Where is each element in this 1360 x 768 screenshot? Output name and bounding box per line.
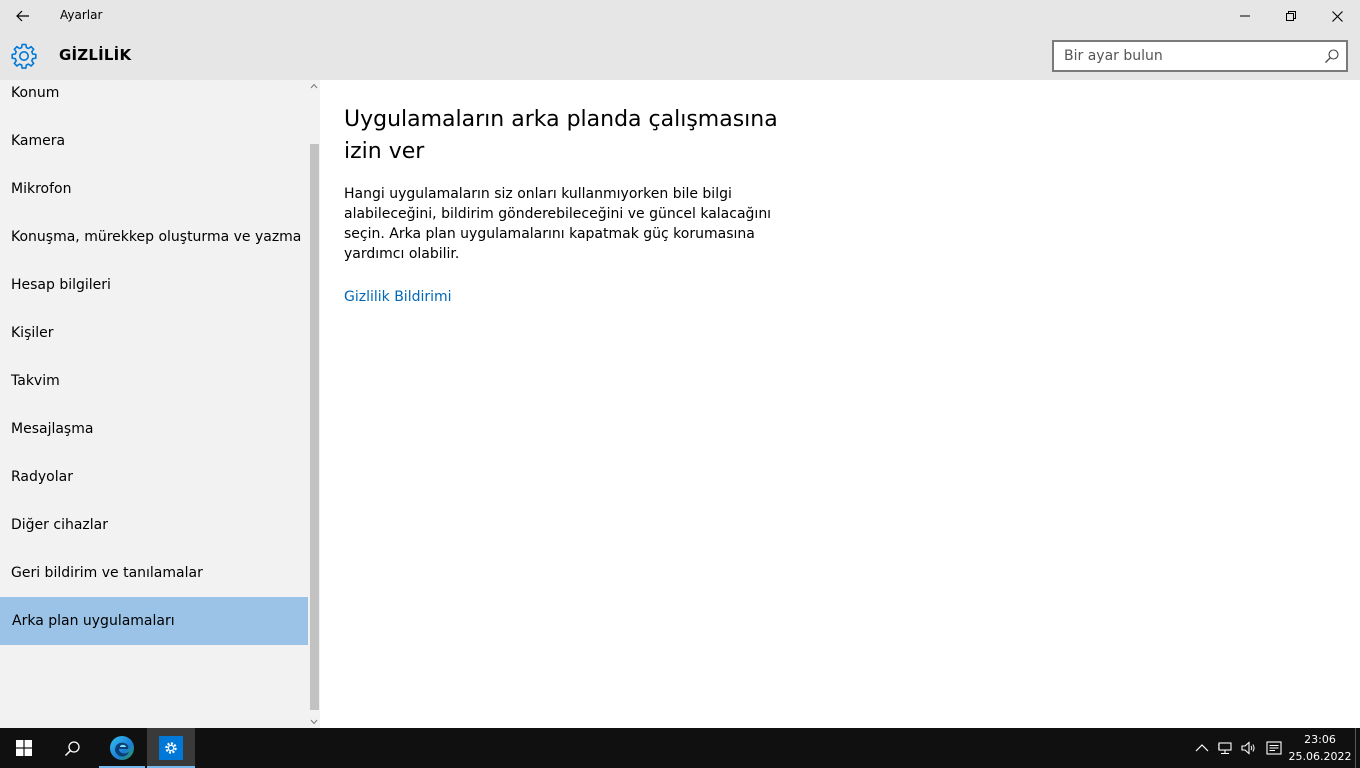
close-icon	[1331, 10, 1343, 22]
sidebar-item-radios[interactable]: Radyolar	[0, 453, 308, 501]
sidebar-item-speech[interactable]: Konuşma, mürekkep oluşturma ve yazma	[0, 213, 308, 261]
taskbar-search-button[interactable]	[48, 728, 96, 768]
sidebar-item-location[interactable]: Konum	[0, 69, 308, 117]
sidebar: Konum Kamera Mikrofon Konuşma, mürekkep …	[0, 80, 320, 728]
edge-browser-icon	[110, 736, 134, 760]
system-clock[interactable]: 23:06 25.06.2022	[1284, 731, 1356, 765]
show-desktop-button[interactable]	[1355, 728, 1360, 768]
clock-time: 23:06	[1304, 733, 1336, 746]
sidebar-item-microphone[interactable]: Mikrofon	[0, 165, 308, 213]
sidebar-item-label: Radyolar	[11, 469, 73, 485]
arrow-left-icon	[16, 10, 29, 22]
clock-date: 25.06.2022	[1288, 750, 1352, 763]
app-title: Ayarlar	[60, 8, 103, 22]
taskbar-settings-button[interactable]	[147, 728, 195, 768]
search-icon	[64, 740, 80, 756]
sidebar-item-label: Mesajlaşma	[11, 421, 94, 437]
scroll-down-button[interactable]	[308, 716, 320, 728]
start-button[interactable]	[0, 728, 48, 768]
ime-keyboard-icon[interactable]	[1266, 740, 1282, 756]
sidebar-item-contacts[interactable]: Kişiler	[0, 309, 308, 357]
gear-icon	[11, 43, 37, 69]
volume-icon[interactable]	[1240, 740, 1256, 756]
privacy-statement-link[interactable]: Gizlilik Bildirimi	[344, 289, 452, 305]
sidebar-item-other-devices[interactable]: Diğer cihazlar	[0, 501, 308, 549]
page-title: GİZLİLİK	[59, 46, 132, 64]
windows-logo-icon	[16, 740, 32, 756]
sidebar-item-calendar[interactable]: Takvim	[0, 357, 308, 405]
sidebar-item-label: Hesap bilgileri	[11, 277, 111, 293]
minimize-icon	[1240, 15, 1250, 17]
sidebar-item-label: Arka plan uygulamaları	[12, 613, 175, 629]
restore-button[interactable]	[1268, 0, 1314, 32]
sidebar-item-account-info[interactable]: Hesap bilgileri	[0, 261, 308, 309]
minimize-button[interactable]	[1222, 0, 1268, 32]
gear-icon	[165, 742, 177, 754]
scroll-up-button[interactable]	[308, 80, 320, 92]
sidebar-item-label: Diğer cihazlar	[11, 517, 108, 533]
sidebar-item-label: Geri bildirim ve tanılamalar	[11, 565, 203, 581]
chevron-up-icon	[310, 83, 318, 89]
sidebar-item-feedback[interactable]: Geri bildirim ve tanılamalar	[0, 549, 308, 597]
sidebar-item-camera[interactable]: Kamera	[0, 117, 308, 165]
sidebar-item-label: Takvim	[11, 373, 60, 389]
settings-window: Ayarlar GİZLİLİK Bir ayar bulun Konum Ka…	[0, 0, 1360, 728]
back-button[interactable]	[0, 0, 46, 32]
chevron-down-icon	[310, 719, 318, 725]
section-description: Hangi uygulamaların siz onları kullanmıy…	[344, 186, 772, 262]
title-bar: Ayarlar	[0, 0, 1360, 32]
sidebar-item-label: Konuşma, mürekkep oluşturma ve yazma	[11, 229, 302, 245]
section-heading: Uygulamaların arka planda çalışmasına iz…	[344, 107, 778, 164]
close-button[interactable]	[1314, 0, 1360, 32]
scroll-thumb[interactable]	[310, 144, 319, 710]
sidebar-item-messaging[interactable]: Mesajlaşma	[0, 405, 308, 453]
chevron-up-icon[interactable]	[1194, 740, 1210, 756]
settings-app-tile	[159, 736, 183, 760]
sidebar-item-label: Kamera	[11, 133, 66, 149]
search-input[interactable]	[1054, 42, 1314, 70]
taskbar: 23:06 25.06.2022	[0, 728, 1360, 768]
sidebar-item-label: Mikrofon	[11, 181, 72, 197]
network-icon[interactable]	[1217, 740, 1233, 756]
taskbar-edge-button[interactable]	[99, 728, 145, 768]
search-box[interactable]	[1052, 40, 1348, 72]
search-icon[interactable]	[1324, 48, 1340, 64]
sidebar-scrollbar[interactable]	[308, 80, 320, 728]
sidebar-item-background-apps[interactable]: Arka plan uygulamaları	[0, 597, 308, 645]
sidebar-item-label: Kişiler	[11, 325, 54, 341]
sidebar-item-label: Konum	[11, 85, 60, 101]
main-content: Uygulamaların arka planda çalışmasına iz…	[320, 80, 1360, 728]
restore-icon	[1286, 11, 1296, 21]
